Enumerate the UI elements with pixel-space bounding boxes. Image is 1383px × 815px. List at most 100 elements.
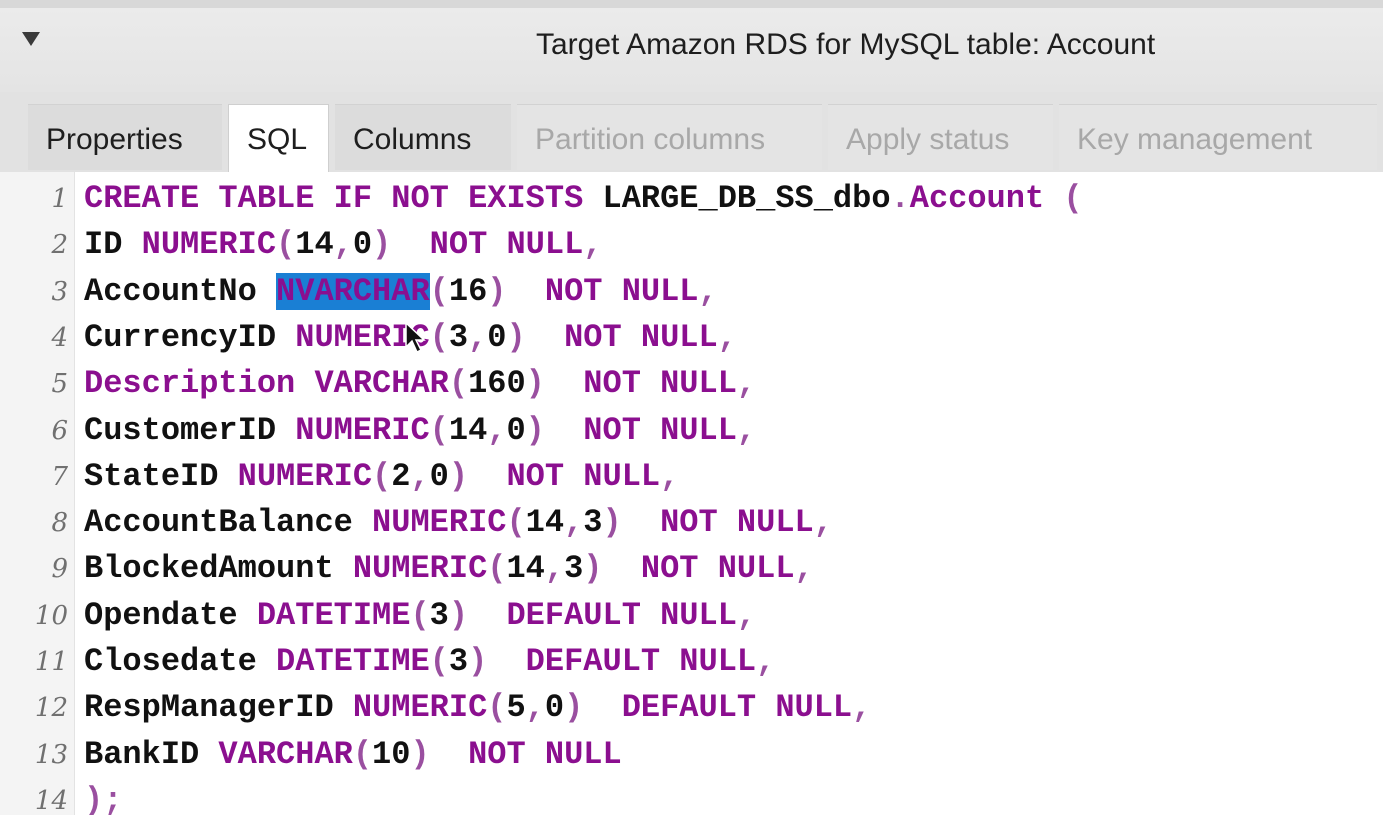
tab-apply-status: Apply status: [828, 104, 1053, 170]
code-token: (: [487, 550, 507, 588]
code-token: ,: [487, 411, 507, 449]
code-token: NOT NULL: [583, 365, 737, 403]
code-token: 0: [429, 457, 449, 495]
code-token: ,: [852, 689, 872, 727]
code-token: NOT NULL: [564, 318, 718, 356]
code-token: 10: [372, 735, 411, 773]
code-token: VARCHAR: [218, 735, 353, 773]
code-line[interactable]: 14);: [0, 778, 1383, 815]
code-token: ,: [698, 272, 718, 310]
code-token: (: [429, 318, 449, 356]
code-line[interactable]: 6 CustomerID NUMERIC(14,0) NOT NULL,: [0, 408, 1383, 454]
code-token: 2: [391, 457, 411, 495]
panel-title: Target Amazon RDS for MySQL table: Accou…: [536, 28, 1156, 61]
line-number: 11: [34, 647, 68, 677]
code-token: CREATE TABLE IF NOT EXISTS: [84, 180, 603, 217]
line-number: 14: [34, 785, 68, 815]
code-token: 5: [506, 689, 526, 727]
code-token: ,: [333, 226, 353, 264]
code-line[interactable]: 1 CREATE TABLE IF NOT EXISTS LARGE_DB_SS_…: [0, 176, 1383, 222]
code-text[interactable]: CustomerID NUMERIC(14,0) NOT NULL,: [84, 408, 756, 454]
code-token: ,: [736, 411, 757, 449]
code-line[interactable]: 8 AccountBalance NUMERIC(14,3) NOT NULL,: [0, 500, 1383, 546]
code-line[interactable]: 11 Closedate DATETIME(3) DEFAULT NULL,: [0, 639, 1383, 685]
line-number: 9: [51, 554, 68, 585]
code-text[interactable]: ID NUMERIC(14,0) NOT NULL,: [84, 222, 602, 268]
code-token: NOT NULL: [640, 550, 795, 588]
code-token: 14: [525, 504, 565, 542]
code-token: CustomerID: [84, 411, 296, 449]
code-token: NOT NULL: [429, 226, 584, 264]
tab-columns[interactable]: Columns: [335, 104, 511, 170]
tab-key-management: Key management: [1059, 104, 1377, 170]
code-line[interactable]: 10 Opendate DATETIME(3) DEFAULT NULL,: [0, 593, 1383, 639]
code-token: (: [429, 643, 449, 680]
code-token: 3: [583, 504, 603, 542]
line-number: 7: [51, 461, 68, 492]
code-line[interactable]: 9 BlockedAmount NUMERIC(14,3) NOT NULL,: [0, 546, 1383, 592]
code-text[interactable]: CREATE TABLE IF NOT EXISTS LARGE_DB_SS_d…: [84, 176, 1083, 222]
code-token: (: [1044, 180, 1083, 217]
code-token: 3: [448, 643, 469, 680]
tab-properties[interactable]: Properties: [28, 104, 222, 170]
code-token: (: [410, 596, 430, 634]
code-token: (: [506, 504, 526, 542]
code-token: ID: [84, 226, 142, 264]
code-token: Opendate: [84, 596, 257, 634]
code-token: 0: [487, 318, 507, 356]
code-token: ,: [660, 457, 680, 495]
line-number: 10: [34, 600, 68, 631]
code-token: NOT NULL: [468, 735, 622, 773]
tab-bar: Properties SQL Columns Partition columns…: [0, 92, 1383, 172]
code-token: NUMERIC: [237, 457, 373, 495]
code-line[interactable]: 13 BankID VARCHAR(10) NOT NULL: [0, 732, 1383, 778]
code-line[interactable]: 3 AccountNo NVARCHAR(16) NOT NULL,: [0, 269, 1383, 315]
code-token: ): [372, 226, 430, 264]
code-text[interactable]: AccountNo NVARCHAR(16) NOT NULL,: [84, 269, 718, 315]
code-line[interactable]: 2 ID NUMERIC(14,0) NOT NULL,: [0, 222, 1383, 268]
tab-sql[interactable]: SQL: [228, 104, 329, 172]
code-token: ,: [794, 550, 814, 588]
code-token: BankID: [84, 735, 219, 773]
code-token: NOT NULL: [583, 411, 737, 449]
line-number: 4: [51, 322, 68, 353]
code-text[interactable]: );: [84, 778, 122, 815]
code-text[interactable]: Opendate DATETIME(3) DEFAULT NULL,: [84, 593, 756, 639]
code-text[interactable]: AccountBalance NUMERIC(14,3) NOT NULL,: [84, 500, 833, 546]
code-text[interactable]: StateID NUMERIC(2,0) NOT NULL,: [84, 454, 679, 500]
line-number: 3: [51, 276, 68, 307]
code-token: NUMERIC: [141, 226, 277, 264]
line-number: 5: [51, 369, 68, 400]
code-line[interactable]: 7 StateID NUMERIC(2,0) NOT NULL,: [0, 454, 1383, 500]
code-line[interactable]: 12 RespManagerID NUMERIC(5,0) DEFAULT NUL…: [0, 685, 1383, 731]
code-token: NUMERIC: [295, 411, 430, 449]
code-text[interactable]: Closedate DATETIME(3) DEFAULT NULL,: [84, 639, 775, 685]
code-token: 14: [448, 411, 488, 449]
code-token: ): [583, 550, 641, 588]
code-text[interactable]: RespManagerID NUMERIC(5,0) DEFAULT NULL,: [84, 685, 871, 731]
code-text[interactable]: BankID VARCHAR(10) NOT NULL: [84, 732, 622, 778]
code-token: ): [564, 689, 622, 727]
code-token: ): [506, 318, 565, 356]
code-line[interactable]: 4 CurrencyID NUMERIC(3,0) NOT NULL,: [0, 315, 1383, 361]
code-line[interactable]: 5 Description VARCHAR(160) NOT NULL,: [0, 361, 1383, 407]
code-token: 3: [429, 596, 449, 634]
code-token: ): [468, 643, 526, 680]
code-token: ,: [544, 550, 565, 588]
code-text[interactable]: Description VARCHAR(160) NOT NULL,: [84, 361, 756, 407]
code-token: ): [487, 272, 545, 310]
line-number: 2: [51, 230, 68, 261]
code-token: 0: [352, 226, 373, 264]
code-token: 160: [468, 365, 526, 403]
panel-header: Target Amazon RDS for MySQL table: Accou…: [0, 0, 1383, 92]
sql-editor[interactable]: 1 CREATE TABLE IF NOT EXISTS LARGE_DB_SS_…: [0, 172, 1383, 815]
code-token: Account: [909, 180, 1045, 217]
code-token: ): [448, 596, 507, 634]
code-token: (: [352, 735, 373, 773]
code-token: NOT NULL: [544, 272, 699, 310]
code-token: ): [410, 735, 469, 773]
code-token: (: [429, 272, 449, 310]
code-token: ,: [813, 504, 833, 542]
code-text[interactable]: BlockedAmount NUMERIC(14,3) NOT NULL,: [84, 546, 814, 592]
code-token: ,: [583, 226, 603, 264]
